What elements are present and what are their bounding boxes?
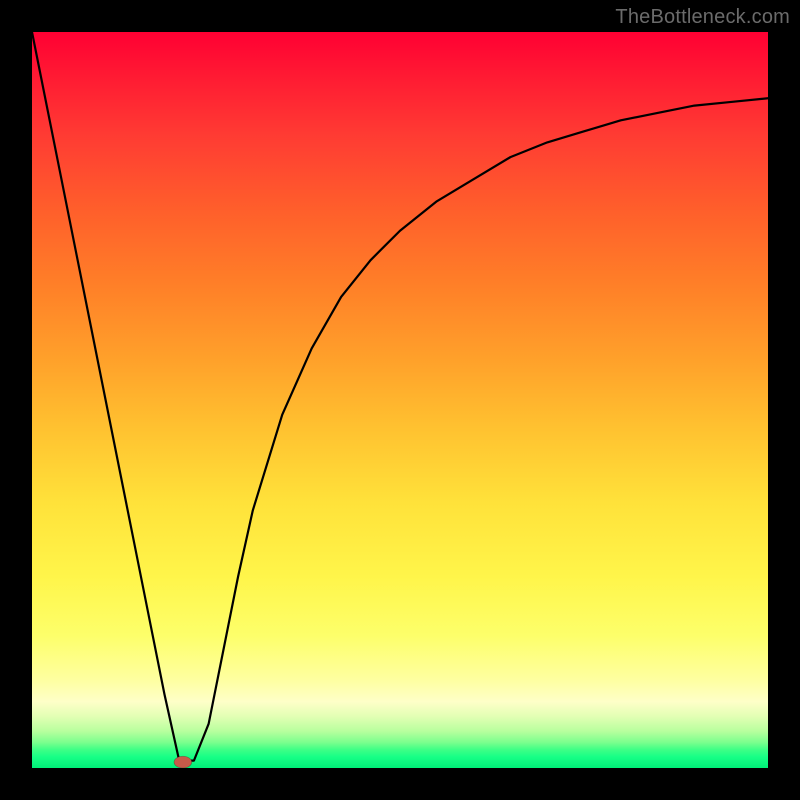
watermark-text: TheBottleneck.com xyxy=(615,6,790,29)
chart-svg xyxy=(32,32,768,768)
optimal-point-marker xyxy=(174,756,192,768)
plot-area xyxy=(32,32,768,768)
bottleneck-curve-line xyxy=(32,32,768,761)
chart-frame: TheBottleneck.com xyxy=(0,0,800,800)
